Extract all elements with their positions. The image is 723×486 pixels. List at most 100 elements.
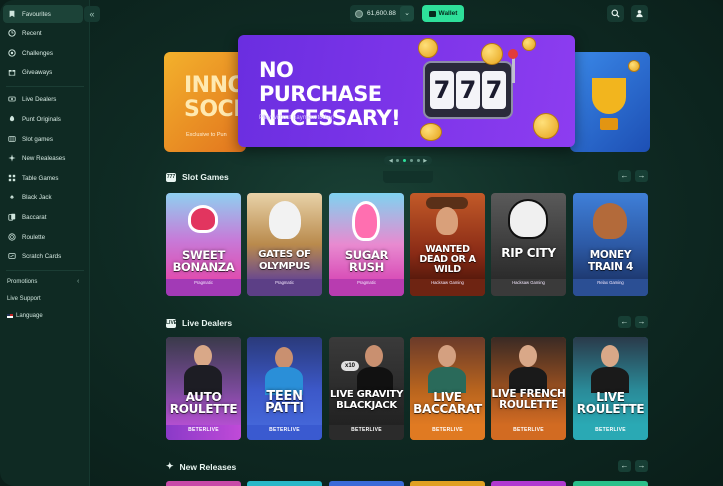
game-card-sugar-rush[interactable]: SUGAR RUSH Pragmatic [329, 193, 404, 296]
gift-icon [8, 68, 16, 76]
gumball-machine [352, 201, 380, 241]
gold-coin [420, 123, 442, 141]
live-dealers-next-button[interactable]: → [635, 316, 648, 328]
game-art [491, 193, 566, 279]
arrow-right-icon: → [637, 171, 646, 180]
carousel-pagination[interactable]: ◀ ▶ [384, 156, 432, 165]
live-card-live-baccarat[interactable]: LIVE BACCARAT BETERLIVE [410, 337, 485, 440]
multiplier-badge: x10 [341, 361, 359, 371]
arrow-left-icon: ← [620, 461, 629, 470]
promotions-label: Promotions [7, 279, 38, 285]
game-title: MONEY TRAIN 4 [588, 249, 633, 273]
sidebar-item-giveaways[interactable]: Giveaways [3, 63, 83, 81]
carousel-dot-active[interactable] [403, 159, 407, 162]
new-release-card[interactable] [573, 481, 648, 486]
new-release-card[interactable] [491, 481, 566, 486]
new-release-card[interactable] [166, 481, 241, 486]
game-title: LIVE ROULETTE [576, 390, 645, 416]
sidebar-item-roulette[interactable]: Roulette [3, 228, 83, 246]
game-provider: BETERLIVE [247, 425, 322, 440]
game-title: RIP CITY [501, 246, 556, 260]
sidebar-item-scratch-cards[interactable]: Scratch Cards [3, 247, 83, 265]
sidebar-item-baccarat[interactable]: Baccarat [3, 208, 83, 226]
user-icon [636, 10, 643, 18]
new-releases-next-button[interactable]: → [635, 460, 648, 472]
game-title: WANTED DEAD OR A WILD [419, 244, 476, 275]
wallet-button[interactable]: Wallet [422, 5, 464, 22]
chevron-down-icon: ⌄ [404, 10, 410, 17]
live-card-live-gravity-blackjack[interactable]: x10 LIVE GRAVITY BLACKJACK BETERLIVE [329, 337, 404, 440]
game-card-rip-city[interactable]: RIP CITY Hacksaw Gaming [491, 193, 566, 296]
user-button[interactable] [631, 5, 648, 22]
live-card-auto-roulette[interactable]: AUTO ROULETTE BETERLIVE [166, 337, 241, 440]
game-card-wanted-dead-or-a-wild[interactable]: WANTED DEAD OR A WILD Hacksaw Gaming [410, 193, 485, 296]
game-provider: Hacksaw Gaming [491, 279, 566, 296]
language-selector[interactable]: Language [7, 313, 43, 319]
chevron-left-icon: ‹ [77, 278, 80, 285]
game-provider: Hacksaw Gaming [410, 279, 485, 296]
search-button[interactable] [607, 5, 624, 22]
slot-games-prev-button[interactable]: ← [618, 170, 631, 182]
game-art: x10 [329, 337, 404, 425]
sidebar-item-slot-games[interactable]: Slot games [3, 130, 83, 148]
sidebar-item-punt-originals[interactable]: Punt Originals [3, 110, 83, 128]
sidebar-item-recent[interactable]: Recent [3, 24, 83, 42]
arrow-left-icon: ← [620, 171, 629, 180]
live-support-label: Live Support [7, 296, 41, 302]
arrow-left-icon[interactable]: ◀ [389, 158, 393, 164]
dealer-head [438, 345, 456, 367]
new-releases-prev-button[interactable]: ← [618, 460, 631, 472]
sidebar-collapse-button[interactable]: « [84, 6, 100, 22]
new-release-card[interactable] [329, 481, 404, 486]
new-release-card[interactable] [410, 481, 485, 486]
character-figure [593, 203, 627, 239]
live-card-live-french-roulette[interactable]: LIVE FRENCH ROULETTE BETERLIVE [491, 337, 566, 440]
new-release-card[interactable] [247, 481, 322, 486]
balance-dropdown-button[interactable]: ⌄ [400, 6, 414, 21]
sidebar-item-favourites[interactable]: Favourites [3, 5, 83, 23]
slot-machine-illustration: 7 7 7 [423, 61, 513, 119]
section-title-text: Live Dealers [182, 318, 233, 328]
roulette-icon [8, 233, 16, 241]
promo-banner-left[interactable]: INNOV SOCIA Exclusive to Pun [164, 52, 246, 152]
live-dealers-prev-button[interactable]: ← [618, 316, 631, 328]
carousel-dot[interactable] [416, 159, 420, 162]
game-card-gates-of-olympus[interactable]: GATES OF OLYMPUS Pragmatic [247, 193, 322, 296]
game-card-sweet-bonanza[interactable]: SWEET BONANZA Pragmatic [166, 193, 241, 296]
sidebar-item-black-jack[interactable]: ♠ Black Jack [3, 188, 83, 206]
gold-coin [481, 43, 503, 65]
search-icon [611, 9, 620, 18]
spade-icon: ♠ [10, 193, 14, 201]
sidebar-item-new-releases[interactable]: New Realeases [3, 149, 83, 167]
sidebar-item-label: Punt Originals [22, 115, 61, 123]
live-card-live-roulette[interactable]: LIVE ROULETTE BETERLIVE [573, 337, 648, 440]
arrow-right-icon[interactable]: ▶ [423, 158, 427, 164]
grid-icon [8, 174, 16, 182]
game-provider: BETERLIVE [573, 425, 648, 440]
sidebar-item-table-games[interactable]: Table Games [3, 169, 83, 187]
game-title: SUGAR RUSH [344, 248, 389, 274]
arrow-right-icon: → [637, 461, 646, 470]
promo-banner-main[interactable]: NO PURCHASE NECESSARY! Play without paym… [238, 35, 575, 147]
chevron-left-icon: « [89, 9, 95, 19]
sidebar-item-challenges[interactable]: Challenges [3, 44, 83, 62]
sidebar-item-label: Black Jack [22, 193, 52, 201]
slot-games-next-button[interactable]: → [635, 170, 648, 182]
flag-icon [7, 314, 13, 318]
target-icon [8, 49, 16, 57]
promotions-toggle[interactable]: Promotions ‹ [7, 278, 79, 285]
game-card-money-train-4[interactable]: MONEY TRAIN 4 Relax Gaming [573, 193, 648, 296]
live-support-link[interactable]: Live Support [7, 296, 41, 302]
carousel-dot[interactable] [409, 159, 413, 162]
sidebar-item-label: Scratch Cards [22, 252, 62, 260]
dealer-head [194, 345, 212, 367]
promo-banner-right[interactable] [570, 52, 650, 152]
game-provider: BETERLIVE [410, 425, 485, 440]
slot-reel: 7 [482, 71, 506, 109]
sidebar-item-live-dealers[interactable]: Live Dealers [3, 90, 83, 108]
game-title: AUTO ROULETTE [169, 390, 238, 416]
dealer-head [601, 345, 619, 367]
rocket-icon [8, 115, 16, 123]
carousel-dot[interactable] [396, 159, 400, 162]
live-card-teen-patti[interactable]: TEEN PATTI BETERLIVE [247, 337, 322, 440]
